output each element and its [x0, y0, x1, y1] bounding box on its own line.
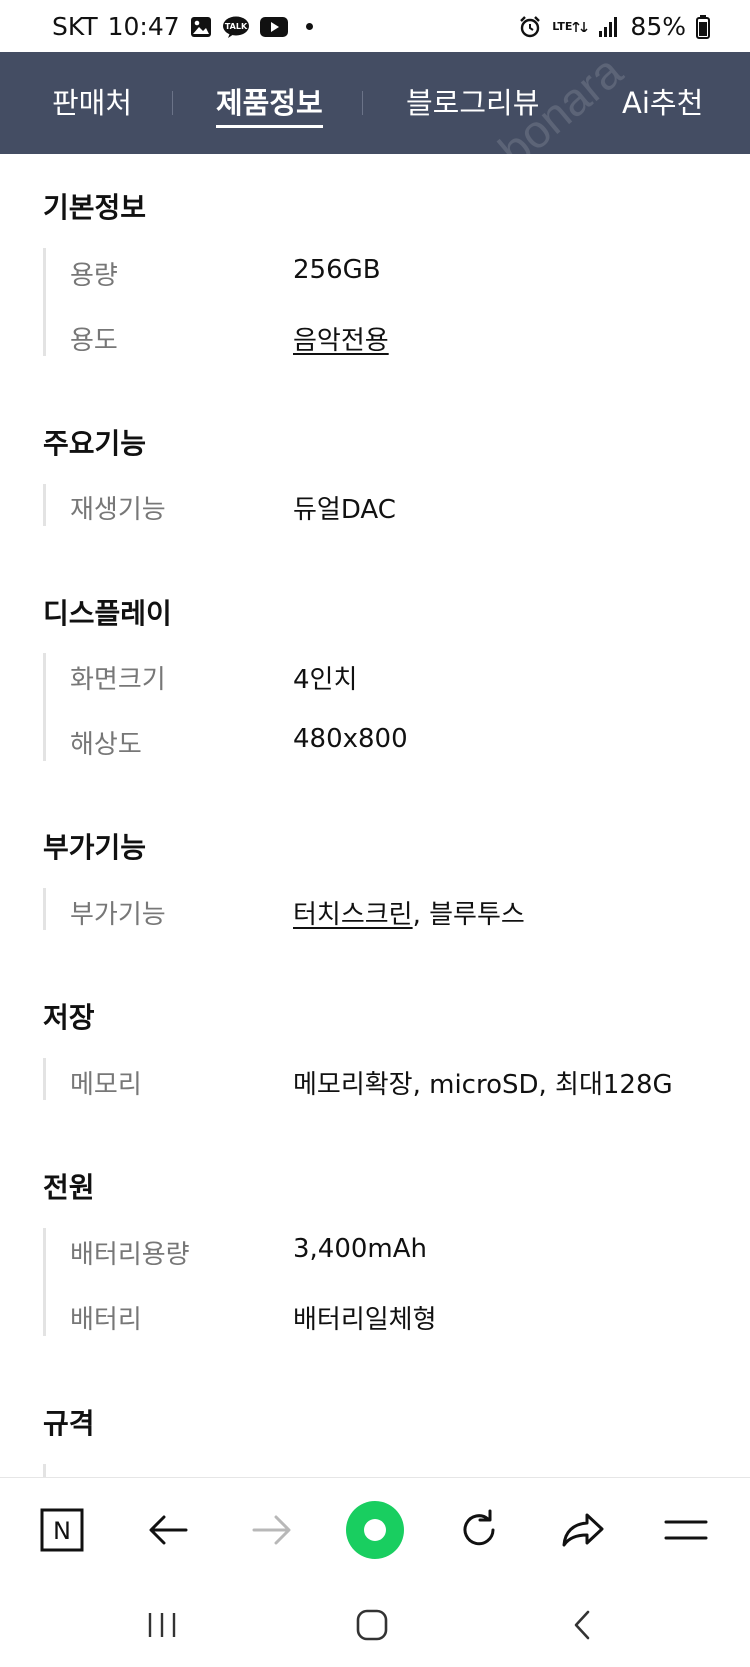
spec-value: 480x800 [293, 724, 408, 754]
section-title-features: 주요기능 [43, 427, 147, 460]
spec-label: 해상도 [70, 730, 142, 760]
tab-product-info[interactable]: 제품정보 [216, 52, 323, 154]
spec-label: 배터리용량 [70, 1240, 190, 1270]
spec-value-link[interactable]: 음악전용 [293, 320, 389, 357]
refresh-icon[interactable] [449, 1500, 509, 1560]
alarm-icon [518, 15, 542, 39]
share-icon[interactable] [553, 1500, 613, 1560]
spec-value-link[interactable]: 터치스크린 [293, 900, 413, 930]
spec-label: 부가기능 [70, 900, 166, 930]
spec-value: 4인치 [293, 665, 358, 695]
spec-label: 화면크기 [70, 665, 166, 695]
section-title-basic: 기본정보 [43, 191, 147, 224]
tab-ai-recommend[interactable]: Ai추천 [622, 52, 703, 154]
tab-divider [172, 91, 173, 115]
group-bar [43, 888, 46, 930]
recent-apps-icon[interactable] [132, 1595, 192, 1655]
network-label: LTE [552, 19, 573, 33]
battery-percent: 85% [630, 12, 686, 41]
tab-seller[interactable]: 판매처 [52, 52, 132, 154]
section-title-storage: 저장 [43, 1001, 95, 1034]
green-dot-icon[interactable] [345, 1500, 405, 1560]
tab-divider [362, 91, 363, 115]
group-bar [43, 653, 46, 761]
section-title-power: 전원 [43, 1171, 95, 1204]
carrier-label: SKT [52, 12, 98, 41]
spec-value: 메모리확장, microSD, 최대128G [293, 1070, 673, 1100]
tab-bar: 판매처 제품정보 블로그리뷰 Ai추천 bonara [0, 45, 750, 177]
spec-label: 배터리 [70, 1305, 142, 1335]
spec-label: 용도 [70, 326, 118, 356]
back-nav-icon[interactable] [552, 1595, 612, 1655]
gallery-icon [190, 16, 212, 38]
notification-dot-icon [305, 23, 313, 30]
forward-arrow-icon[interactable] [242, 1500, 302, 1560]
clock: 10:47 [107, 12, 180, 41]
spec-value: 3,400mAh [293, 1234, 428, 1264]
group-bar [43, 1058, 46, 1100]
system-nav-bar [0, 1581, 750, 1667]
spec-value-rest: , 블루투스 [412, 900, 525, 930]
group-bar [43, 484, 46, 526]
group-bar [43, 248, 46, 356]
spec-label: 메모리 [70, 1070, 142, 1100]
section-title-spec: 규격 [43, 1407, 95, 1440]
signal-icon [598, 16, 620, 38]
spec-label: 재생기능 [70, 495, 166, 525]
naver-home-icon[interactable]: N [32, 1500, 92, 1560]
menu-icon[interactable] [656, 1500, 716, 1560]
spec-value: 256GB [293, 255, 381, 285]
spec-value: 터치스크린, 블루투스 [293, 894, 525, 931]
spec-value: 듀얼DAC [293, 495, 396, 525]
youtube-icon [259, 16, 288, 37]
section-title-extra: 부가기능 [43, 831, 147, 864]
status-bar: SKT 10:47 TALK LTE 85% [0, 0, 750, 52]
group-bar [43, 1464, 46, 1477]
back-arrow-icon[interactable] [138, 1500, 198, 1560]
spec-value: 배터리일체형 [293, 1305, 437, 1335]
network-indicator: LTE [552, 19, 588, 33]
group-bar [43, 1228, 46, 1336]
svg-text:TALK: TALK [224, 22, 247, 31]
home-button-label: N [53, 1517, 71, 1545]
browser-toolbar: N [0, 1477, 750, 1582]
battery-icon [696, 14, 710, 39]
kakaotalk-icon: TALK [222, 16, 250, 38]
spec-label: 용량 [70, 261, 118, 291]
section-title-display: 디스플레이 [43, 597, 172, 630]
home-nav-icon[interactable] [342, 1595, 402, 1655]
